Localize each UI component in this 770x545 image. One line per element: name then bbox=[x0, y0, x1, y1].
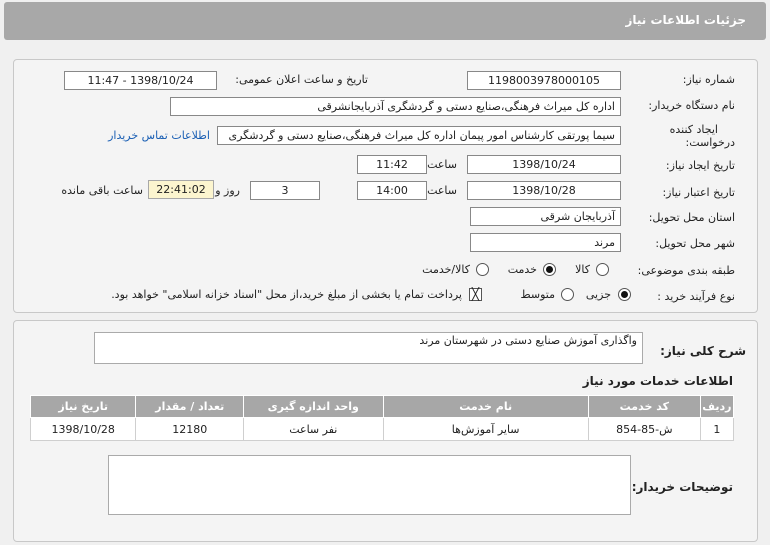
cell-name: سایر آموزش‌ها bbox=[382, 417, 589, 441]
treasury-payment-note: پرداخت تمام یا بخشی از مبلغ خرید،از محل … bbox=[111, 288, 462, 301]
buyer-org-field: اداره کل میراث فرهنگی،صنایع دستی و گردشگ… bbox=[170, 97, 621, 116]
category-goods-service-label: کالا/خدمت bbox=[422, 263, 470, 276]
buyer-contact-link[interactable]: اطلاعات تماس خریدار bbox=[108, 129, 210, 142]
province-field: آذربایجان شرقی bbox=[470, 207, 621, 226]
city-field: مرند bbox=[470, 233, 621, 252]
col-code: کد خدمت bbox=[587, 395, 701, 418]
validity-days-label: روز و bbox=[215, 184, 240, 197]
category-service-label: خدمت bbox=[507, 263, 537, 276]
city-label: شهر محل تحویل: bbox=[655, 237, 735, 250]
category-service-radio[interactable] bbox=[543, 263, 556, 276]
cell-code: ش-85-854 bbox=[587, 417, 701, 441]
buyer-org-label: نام دستگاه خریدار: bbox=[648, 99, 735, 112]
category-label: طبقه بندی موضوعی: bbox=[637, 264, 735, 277]
validity-time-field: 14:00 bbox=[357, 181, 427, 200]
purchase-process-label: نوع فرآیند خرید : bbox=[657, 290, 735, 303]
table-row: 1 ش-85-854 سایر آموزش‌ها نفر ساعت 12180 … bbox=[29, 417, 735, 441]
category-goods-radio[interactable] bbox=[596, 263, 609, 276]
requester-label: ایجاد کننده bbox=[669, 123, 718, 136]
page-header: جزئیات اطلاعات نیاز bbox=[4, 2, 766, 40]
need-number-label: شماره نیاز: bbox=[682, 73, 735, 86]
created-time-label: ساعت bbox=[427, 158, 457, 171]
validity-time-label: ساعت bbox=[427, 184, 457, 197]
validity-days-field: 3 bbox=[250, 181, 320, 200]
category-goods-service-radio[interactable] bbox=[476, 263, 489, 276]
need-number-field: 1198003978000105 bbox=[467, 71, 621, 90]
requester-field: سیما پورتقی کارشناس امور پیمان اداره کل … bbox=[217, 126, 621, 145]
col-row: ردیف bbox=[699, 395, 735, 418]
cell-row: 1 bbox=[699, 417, 735, 441]
validity-date-field: 1398/10/28 bbox=[467, 181, 621, 200]
process-minor-label: جزیی bbox=[585, 288, 611, 301]
category-goods-label: کالا bbox=[575, 263, 590, 276]
page-title: جزئیات اطلاعات نیاز bbox=[625, 13, 746, 27]
buyer-notes-label: توضیحات خریدار: bbox=[631, 480, 733, 494]
process-medium-label: متوسط bbox=[520, 288, 555, 301]
services-table: ردیف کد خدمت نام خدمت واحد اندازه گیری ت… bbox=[29, 395, 735, 441]
cell-unit: نفر ساعت bbox=[243, 417, 384, 441]
col-qty: تعداد / مقدار bbox=[135, 395, 245, 418]
created-date-field: 1398/10/24 bbox=[467, 155, 621, 174]
services-heading: اطلاعات خدمات مورد نیاز bbox=[582, 374, 733, 388]
announce-datetime-field: 1398/10/24 - 11:47 bbox=[64, 71, 217, 90]
summary-field: واگذاری آموزش صنایع دستی در شهرستان مرند bbox=[94, 332, 643, 364]
process-minor-radio[interactable] bbox=[618, 288, 631, 301]
col-unit: واحد اندازه گیری bbox=[243, 395, 384, 418]
cell-qty: 12180 bbox=[135, 417, 245, 441]
created-time-field: 11:42 bbox=[357, 155, 427, 174]
remaining-time-field: 22:41:02 bbox=[148, 180, 214, 199]
announce-datetime-label: تاریخ و ساعت اعلان عمومی: bbox=[235, 73, 368, 86]
requester-label-2: درخواست: bbox=[685, 136, 735, 149]
created-date-label: تاریخ ایجاد نیاز: bbox=[665, 159, 735, 172]
col-date: تاریخ نیاز bbox=[29, 395, 137, 418]
col-name: نام خدمت bbox=[382, 395, 589, 418]
remaining-time-label: ساعت باقی مانده bbox=[61, 184, 143, 197]
validity-date-label: تاریخ اعتبار نیاز: bbox=[662, 186, 735, 199]
treasury-payment-checkbox[interactable]: ╳ bbox=[469, 288, 482, 301]
province-label: استان محل تحویل: bbox=[648, 211, 735, 224]
services-table-header: ردیف کد خدمت نام خدمت واحد اندازه گیری ت… bbox=[29, 395, 735, 418]
buyer-notes-field bbox=[108, 455, 631, 515]
summary-label: شرح کلی نیاز: bbox=[660, 344, 746, 358]
cell-date: 1398/10/28 bbox=[29, 417, 137, 441]
process-medium-radio[interactable] bbox=[561, 288, 574, 301]
summary-text: واگذاری آموزش صنایع دستی در شهرستان مرند bbox=[419, 334, 637, 347]
